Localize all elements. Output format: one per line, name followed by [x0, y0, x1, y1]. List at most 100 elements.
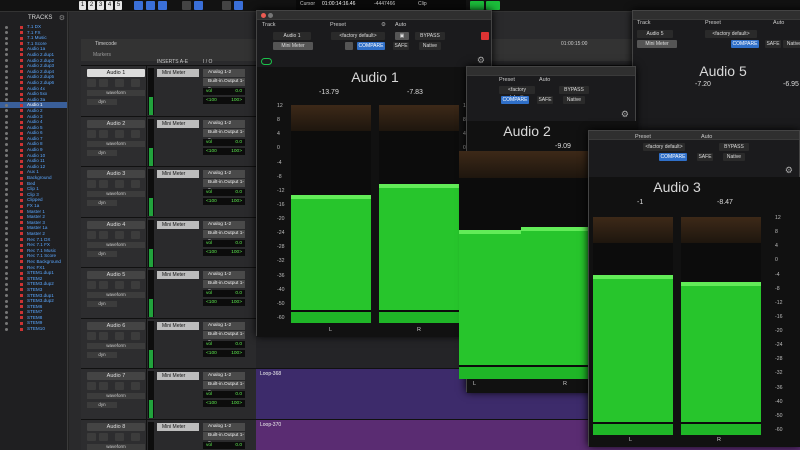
track-visibility-icon[interactable]	[5, 87, 8, 91]
solo-button[interactable]	[115, 230, 124, 239]
auto-icon[interactable]: ▣	[395, 32, 409, 40]
track-visibility-icon[interactable]	[5, 109, 8, 113]
output-selector[interactable]: Built-in.Output 1-2	[203, 78, 245, 92]
volume-field[interactable]: vol 0.0	[203, 340, 245, 348]
insert-slot[interactable]: Mini Meter	[157, 321, 199, 330]
pan-field[interactable]: <100 100>	[203, 147, 245, 155]
pan-field[interactable]: <100 100>	[203, 400, 245, 407]
track-visibility-icon[interactable]	[5, 103, 8, 107]
record-button[interactable]	[87, 129, 96, 138]
track-list-item[interactable]: STEM10	[0, 326, 67, 332]
track-visibility-icon[interactable]	[5, 299, 8, 303]
track-visibility-icon[interactable]	[5, 187, 8, 191]
safe-button[interactable]: SAFE	[697, 153, 713, 161]
compare-button[interactable]: COMPARE	[731, 40, 759, 48]
volume-field[interactable]: vol 0.0	[203, 189, 245, 196]
track-visibility-icon[interactable]	[5, 321, 8, 325]
volume-field[interactable]: vol 0.0	[203, 441, 245, 449]
track-visibility-icon[interactable]	[5, 266, 8, 270]
preset-selector[interactable]: <factory default>	[499, 86, 535, 101]
mute-button[interactable]	[131, 382, 140, 390]
preset-selector[interactable]: <factory default>	[331, 32, 385, 40]
record-button[interactable]	[87, 432, 96, 441]
nav-button-3[interactable]: 3	[97, 1, 104, 10]
dyn-selector[interactable]: dyn	[87, 402, 117, 408]
track-visibility-icon[interactable]	[5, 310, 8, 314]
mute-button[interactable]	[131, 281, 140, 289]
dyn-selector[interactable]: dyn	[87, 250, 117, 257]
pan-field[interactable]: <100 100>	[203, 198, 245, 205]
nav-button-2[interactable]: 2	[88, 1, 95, 10]
tool-icon[interactable]	[158, 1, 167, 10]
track-visibility-icon[interactable]	[5, 210, 8, 214]
output-selector[interactable]: Built-in.Output 1-2	[203, 330, 245, 345]
track-visibility-icon[interactable]	[5, 182, 8, 186]
track-name[interactable]: Audio 2	[87, 119, 145, 128]
input-monitor-button[interactable]	[99, 230, 108, 239]
track-selector[interactable]: Audio 1	[273, 32, 311, 40]
tool-icon[interactable]	[146, 1, 155, 10]
mute-button[interactable]	[131, 180, 140, 188]
track-visibility-icon[interactable]	[5, 254, 8, 258]
input-monitor-button[interactable]	[99, 382, 108, 390]
track-visibility-icon[interactable]	[5, 215, 8, 219]
compare-button[interactable]: COMPARE	[501, 96, 529, 104]
pan-field[interactable]: <100 100>	[203, 299, 245, 306]
track-visibility-icon[interactable]	[5, 115, 8, 118]
dyn-selector[interactable]: dyn	[87, 149, 117, 156]
view-selector[interactable]: waveform	[87, 191, 145, 197]
track-visibility-icon[interactable]	[5, 75, 8, 79]
input-selector[interactable]: Analog 1-2	[203, 321, 245, 330]
compare-button[interactable]: COMPARE	[659, 153, 687, 161]
insert-slot[interactable]: Mini Meter	[157, 271, 199, 279]
native-button[interactable]: Native	[723, 153, 745, 161]
track-visibility-icon[interactable]	[5, 282, 8, 286]
track-visibility-icon[interactable]	[5, 226, 8, 230]
compare-button[interactable]: COMPARE	[357, 42, 385, 50]
track-visibility-icon[interactable]	[5, 305, 8, 309]
input-selector[interactable]: Analog 1-2	[203, 170, 245, 178]
tool-icon[interactable]	[182, 1, 191, 10]
solo-button[interactable]	[115, 180, 124, 188]
record-button[interactable]	[87, 230, 96, 239]
volume-field[interactable]: vol 0.0	[203, 138, 245, 146]
compare-icon[interactable]	[345, 42, 353, 50]
solo-button[interactable]	[115, 331, 124, 340]
volume-field[interactable]: vol 0.0	[203, 290, 245, 297]
nav-button-1[interactable]: 1	[79, 1, 86, 10]
track-visibility-icon[interactable]	[5, 25, 8, 29]
bypass-button[interactable]: BYPASS	[415, 32, 445, 40]
record-button[interactable]	[87, 79, 96, 87]
track-visibility-icon[interactable]	[5, 232, 8, 236]
track-visibility-icon[interactable]	[5, 165, 8, 169]
tool-icon[interactable]	[234, 1, 243, 10]
mute-button[interactable]	[131, 129, 140, 138]
track-visibility-icon[interactable]	[5, 294, 8, 297]
mute-button[interactable]	[131, 432, 140, 441]
plugin-title-bar[interactable]	[257, 11, 491, 20]
output-selector[interactable]: Built-in.Output 1-2	[203, 229, 245, 244]
track-name[interactable]: Audio 8	[87, 422, 145, 431]
bypass-button[interactable]: BYPASS	[559, 86, 589, 94]
view-selector[interactable]: waveform	[87, 241, 145, 248]
tool-icon[interactable]	[222, 1, 231, 10]
track-visibility-icon[interactable]	[5, 193, 8, 197]
view-selector[interactable]: waveform	[87, 140, 145, 147]
tool-icon[interactable]	[194, 1, 203, 10]
safe-button[interactable]: SAFE	[765, 40, 781, 48]
gear-icon[interactable]: ⚙	[59, 14, 65, 22]
input-selector[interactable]: Analog 1-2	[203, 372, 245, 380]
view-selector[interactable]: waveform	[87, 393, 145, 399]
solo-button[interactable]	[115, 79, 124, 87]
track-visibility-icon[interactable]	[5, 126, 8, 130]
track-name[interactable]: Audio 5	[87, 271, 145, 279]
track-visibility-icon[interactable]	[5, 221, 8, 225]
input-selector[interactable]: Analog 1-2	[203, 69, 245, 77]
gear-icon[interactable]: ⚙	[381, 22, 386, 28]
track-visibility-icon[interactable]	[5, 159, 8, 163]
insert-slot[interactable]: Mini Meter	[157, 170, 199, 178]
track-name[interactable]: Audio 1	[87, 69, 145, 77]
mute-button[interactable]	[131, 79, 140, 87]
input-monitor-button[interactable]	[99, 180, 108, 188]
track-visibility-icon[interactable]	[5, 142, 8, 146]
